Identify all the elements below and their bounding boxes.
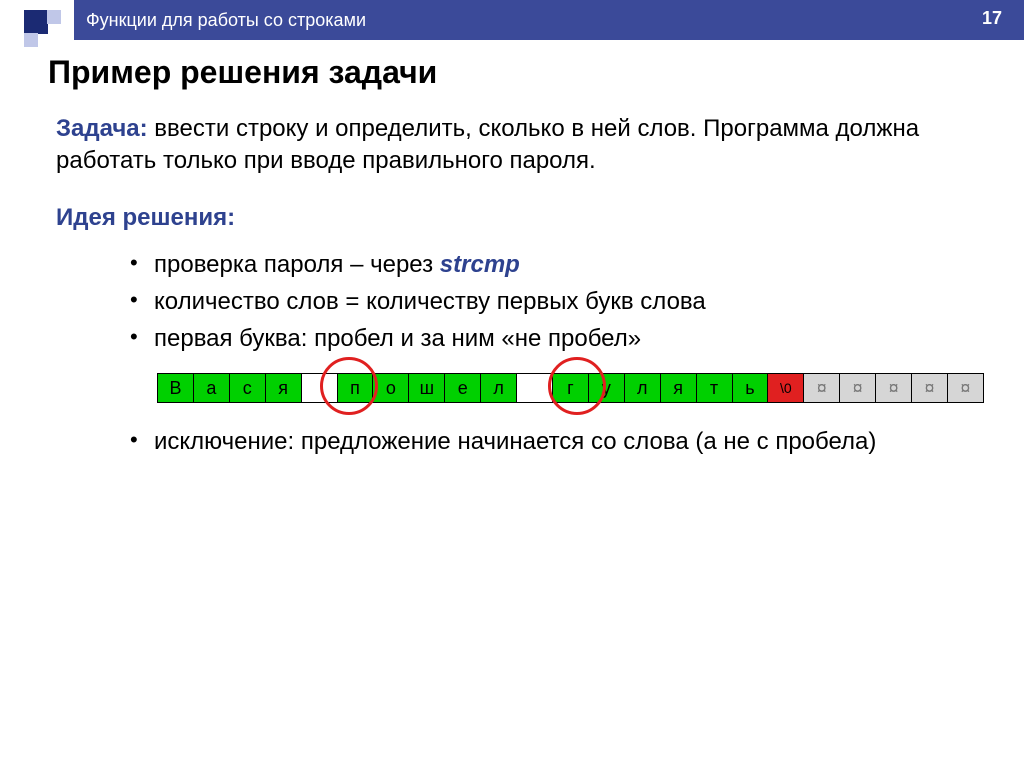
task-paragraph: Задача: ввести строку и определить, скол… — [48, 113, 984, 178]
array-cell: а — [193, 373, 230, 403]
list-item: проверка пароля – через strcmp — [134, 246, 984, 283]
array-cell: я — [265, 373, 302, 403]
slide-header: Функции для работы со строками 17 — [0, 0, 1024, 40]
array-cell: п — [337, 373, 374, 403]
array-cell: г — [552, 373, 589, 403]
array-cell: ¤ — [839, 373, 876, 403]
logo — [0, 0, 74, 40]
array-cell: ¤ — [947, 373, 984, 403]
slide-content: Пример решения задачи Задача: ввести стр… — [0, 40, 1024, 461]
list-item: первая буква: пробел и за ним «не пробел… — [134, 320, 984, 357]
idea-list-continued: исключение: предложение начинается со сл… — [48, 423, 984, 460]
task-label: Задача: — [56, 115, 148, 142]
array-cell: ш — [408, 373, 445, 403]
array-cell — [301, 373, 338, 403]
array-cell: ь — [732, 373, 769, 403]
list-item: исключение: предложение начинается со сл… — [134, 423, 984, 460]
idea-list: проверка пароля – через strcmp количеств… — [48, 246, 984, 358]
bullet-text: проверка пароля – через — [154, 251, 440, 278]
list-item: количество слов = количеству первых букв… — [134, 283, 984, 320]
array-cell: у — [588, 373, 625, 403]
slide-title: Пример решения задачи — [48, 54, 984, 91]
array-cell: е — [444, 373, 481, 403]
array-cell: л — [624, 373, 661, 403]
task-text: ввести строку и определить, сколько в не… — [56, 115, 919, 174]
array-cell: ¤ — [803, 373, 840, 403]
header-subtitle: Функции для работы со строками — [86, 10, 366, 31]
array-cell: я — [660, 373, 697, 403]
array-cell — [516, 373, 553, 403]
string-array: Васяпошелгулять\0¤¤¤¤¤ — [158, 373, 984, 403]
array-cell: ¤ — [911, 373, 948, 403]
header-bar: Функции для работы со строками — [74, 0, 1024, 40]
array-cell: о — [372, 373, 409, 403]
array-cell: \0 — [767, 373, 804, 403]
array-cell: ¤ — [875, 373, 912, 403]
array-cell: т — [696, 373, 733, 403]
array-cell: л — [480, 373, 517, 403]
array-cell: с — [229, 373, 266, 403]
page-number: 17 — [982, 8, 1002, 29]
array-cell: В — [157, 373, 194, 403]
idea-label: Идея решения: — [48, 204, 984, 232]
strcmp-keyword: strcmp — [440, 251, 520, 278]
